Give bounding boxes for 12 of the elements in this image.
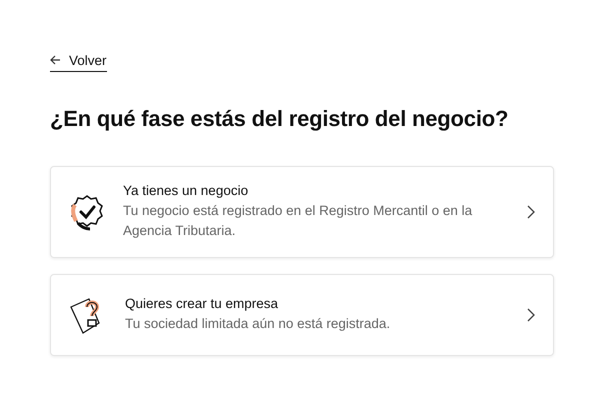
arrow-left-icon	[50, 55, 61, 65]
option-title: Ya tienes un negocio	[123, 182, 250, 198]
back-link[interactable]: Volver	[50, 52, 107, 72]
chevron-right-icon	[527, 204, 535, 218]
option-description: Tu sociedad limitada aún no está registrada.	[125, 314, 392, 333]
option-title: Quieres crear tu empresa	[125, 296, 280, 310]
option-description: Tu negocio está registrado en el Registro Mercantil o en la Agencia Tributaria.	[123, 202, 474, 240]
chevron-right-icon	[527, 308, 535, 322]
badge-check-icon	[69, 192, 105, 230]
option-card[interactable]: Quieres crear tu empresa Tu sociedad limitada aún no está registrada.	[50, 274, 554, 356]
option-card[interactable]: Ya tienes un negocio Tu negocio está registrado en el Registro Mercantil o en la Agencia Tributaria.	[50, 166, 554, 258]
page-title: ¿En qué fase estás del registro del negocio?	[50, 106, 510, 132]
